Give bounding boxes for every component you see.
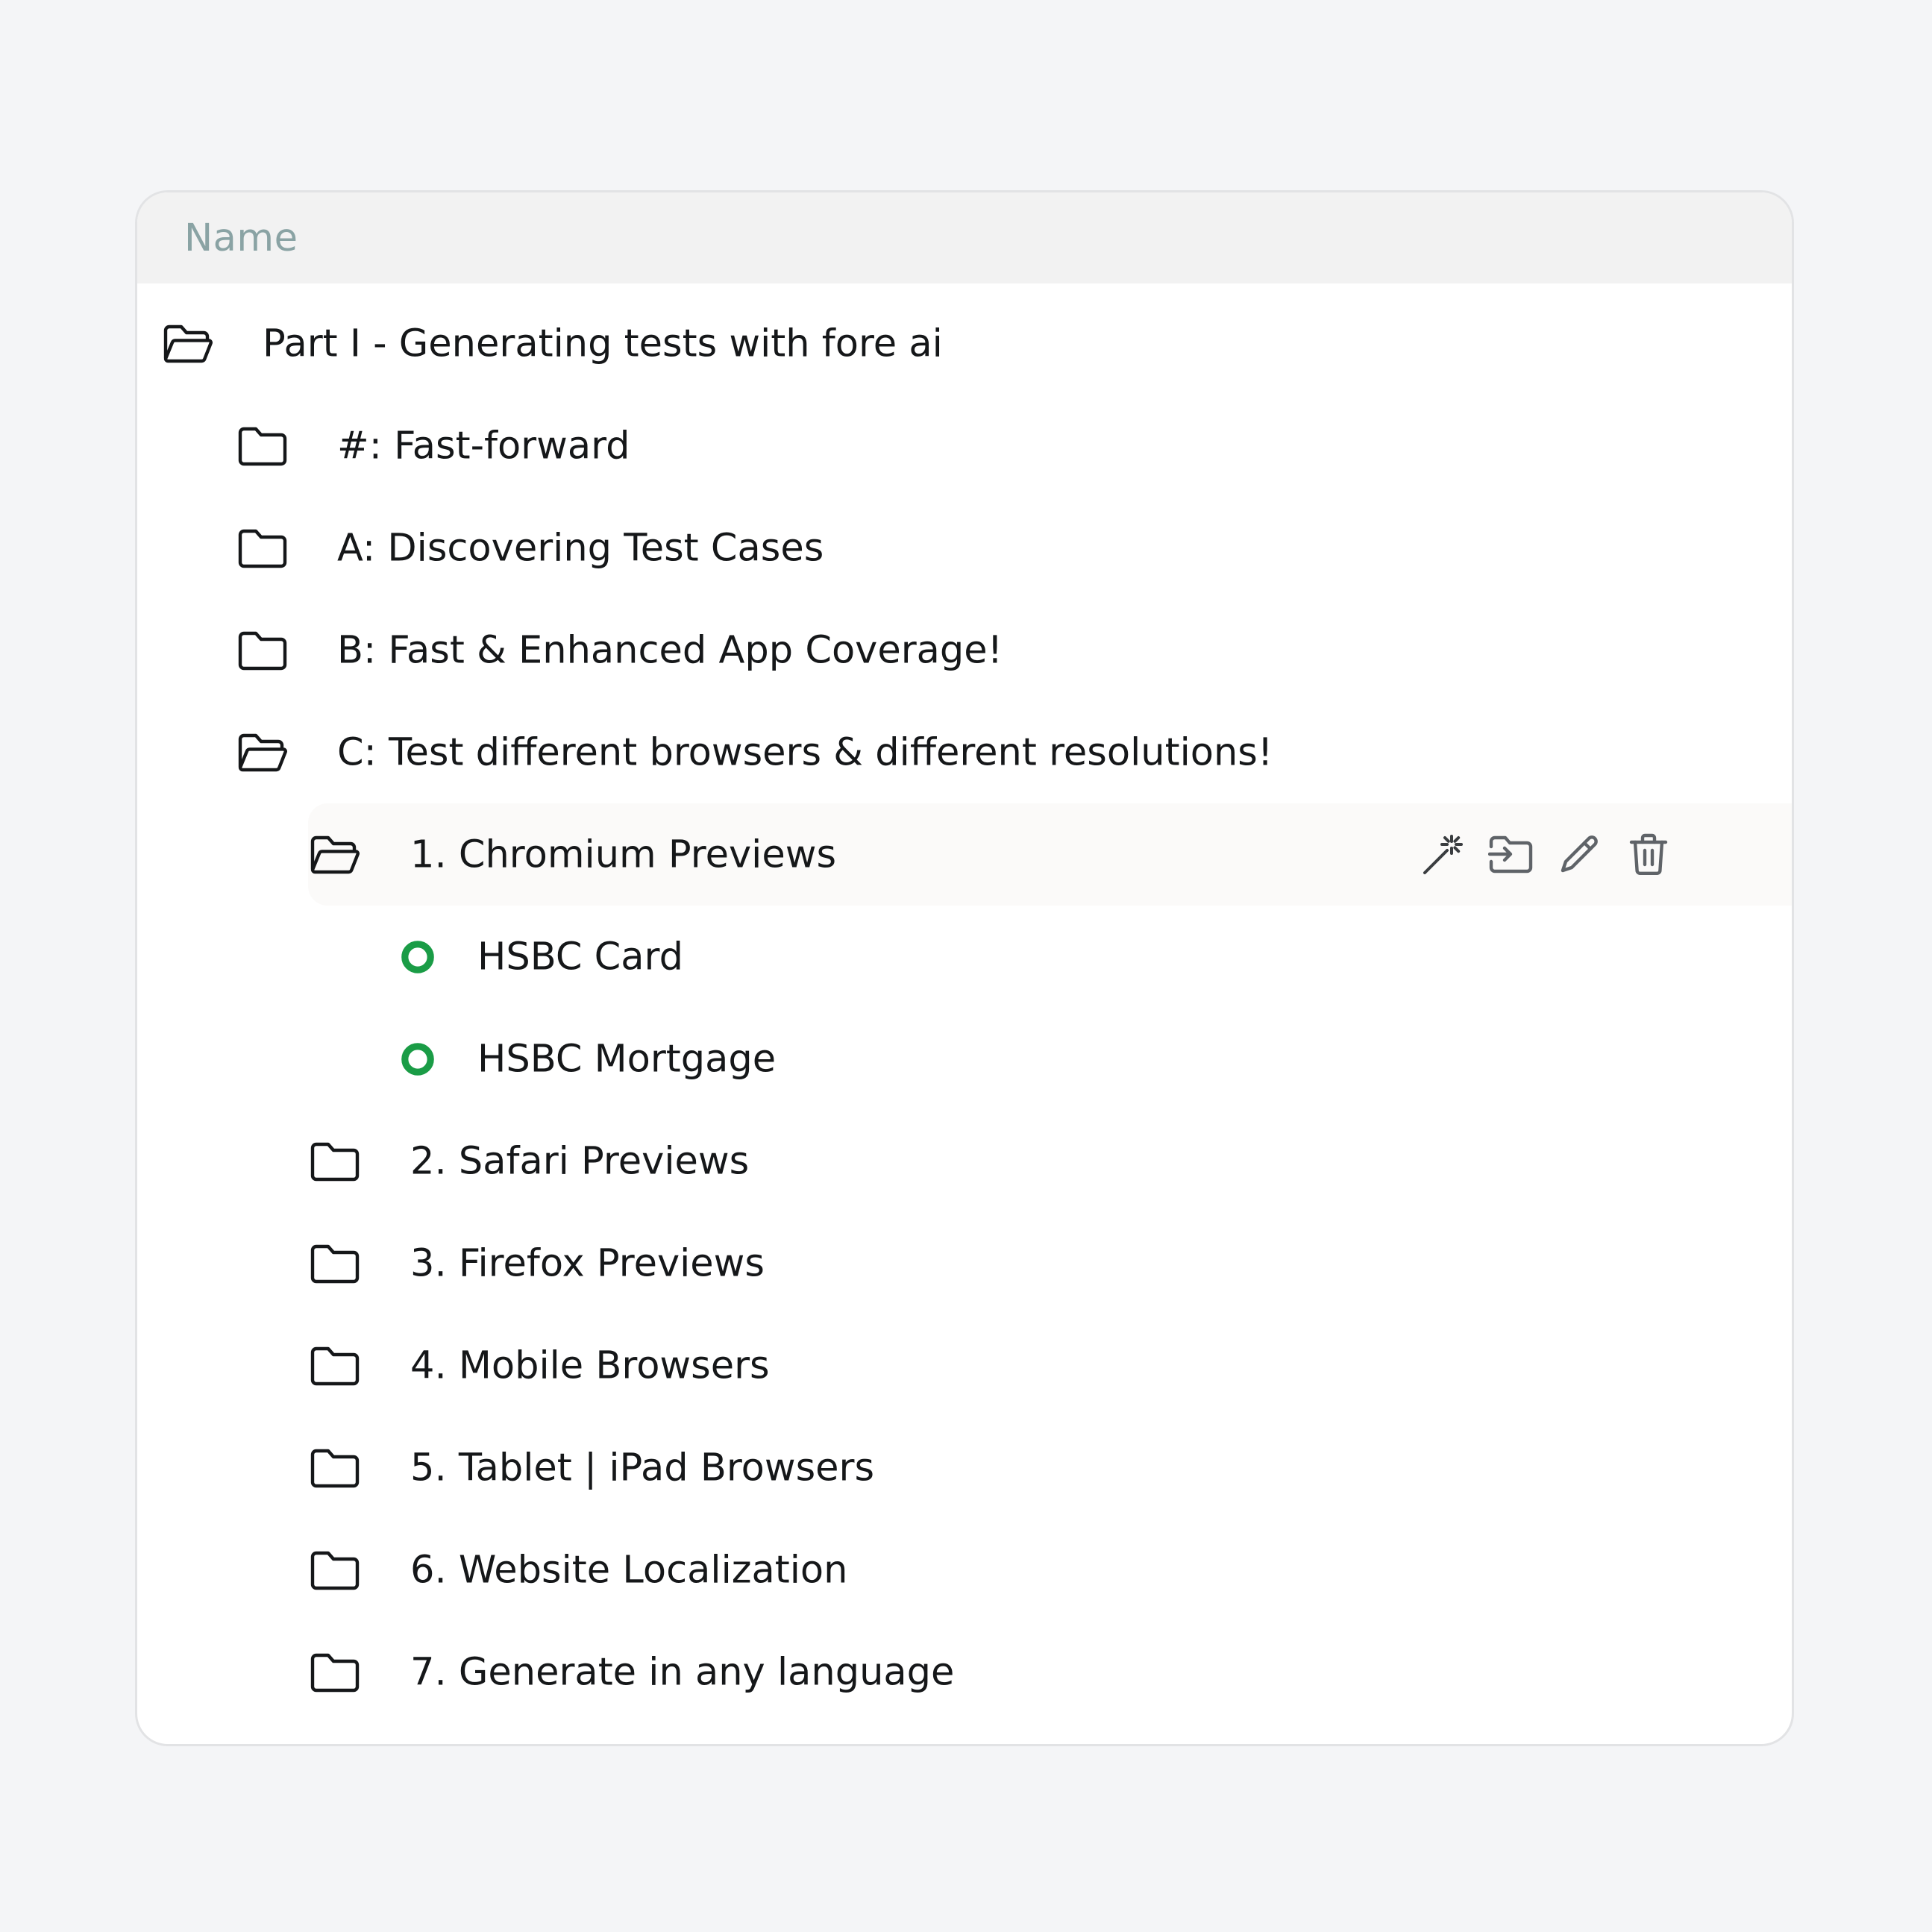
move-to-folder-icon[interactable] xyxy=(1487,831,1535,879)
tree-row-folder[interactable]: #: Fast-forward xyxy=(137,395,1792,497)
tree-row-label: 2. Safari Previews xyxy=(410,1139,750,1183)
tree-row-folder[interactable]: C: Test different browsers & different r… xyxy=(137,701,1792,803)
folder-icon[interactable] xyxy=(310,1549,360,1592)
folder-icon[interactable] xyxy=(237,527,288,570)
folder-icon[interactable] xyxy=(310,1344,360,1387)
tree-row-label: A: Discovering Test Cases xyxy=(337,526,824,570)
tree-row-label: C: Test different browsers & different r… xyxy=(337,730,1273,774)
tree-row-label: HSBC Card xyxy=(477,935,683,979)
trash-icon[interactable] xyxy=(1625,831,1672,879)
tree-row-folder[interactable]: 3. Firefox Previews xyxy=(137,1212,1792,1314)
tree-row-label: 5. Tablet | iPad Browsers xyxy=(410,1446,875,1490)
test-tree-panel: Name Part I - Generating tests with fore… xyxy=(135,190,1794,1746)
tree-row-label: 4. Mobile Browsers xyxy=(410,1343,770,1387)
table-header: Name xyxy=(137,192,1792,283)
tree-row-folder[interactable]: B: Fast & Enhanced App Coverage! xyxy=(137,599,1792,701)
tree-list: Part I - Generating tests with fore ai #:… xyxy=(137,283,1792,1723)
folder-icon[interactable] xyxy=(310,1651,360,1694)
folder-icon[interactable] xyxy=(310,1140,360,1183)
folder-open-icon[interactable] xyxy=(310,833,360,876)
status-passed-icon xyxy=(401,940,435,974)
tree-row-folder[interactable]: 7. Generate in any language xyxy=(137,1621,1792,1723)
tree-row-label: 1. Chromium Previews xyxy=(410,832,837,876)
name-column-header[interactable]: Name xyxy=(184,216,298,260)
tree-row-folder[interactable]: 4. Mobile Browsers xyxy=(137,1314,1792,1417)
tree-row-test[interactable]: HSBC Card xyxy=(137,906,1792,1008)
tree-row-test[interactable]: HSBC Mortgage xyxy=(137,1008,1792,1110)
tree-row-label: #: Fast-forward xyxy=(337,424,630,468)
folder-icon[interactable] xyxy=(310,1446,360,1490)
folder-icon[interactable] xyxy=(310,1242,360,1285)
magic-wand-icon[interactable] xyxy=(1419,831,1467,879)
tree-row-folder[interactable]: 5. Tablet | iPad Browsers xyxy=(137,1417,1792,1519)
folder-open-icon[interactable] xyxy=(163,322,213,366)
tree-row-folder[interactable]: Part I - Generating tests with fore ai xyxy=(137,292,1792,395)
tree-row-folder[interactable]: 2. Safari Previews xyxy=(137,1110,1792,1212)
tree-row-folder[interactable]: 1. Chromium Previews xyxy=(308,803,1792,906)
tree-row-label: 3. Firefox Previews xyxy=(410,1241,765,1285)
tree-row-label: 7. Generate in any language xyxy=(410,1650,955,1694)
folder-open-icon[interactable] xyxy=(237,731,288,774)
tree-row-folder[interactable]: A: Discovering Test Cases xyxy=(137,497,1792,599)
tree-row-label: 6. Website Localization xyxy=(410,1548,848,1592)
folder-icon[interactable] xyxy=(237,424,288,468)
status-passed-icon xyxy=(401,1042,435,1076)
row-actions xyxy=(1419,831,1672,879)
folder-icon[interactable] xyxy=(237,629,288,672)
tree-row-label: HSBC Mortgage xyxy=(477,1037,777,1081)
tree-row-folder[interactable]: 6. Website Localization xyxy=(137,1519,1792,1621)
tree-row-label: Part I - Generating tests with fore ai xyxy=(263,322,943,366)
tree-row-label: B: Fast & Enhanced App Coverage! xyxy=(337,628,1003,672)
pencil-icon[interactable] xyxy=(1556,831,1604,879)
